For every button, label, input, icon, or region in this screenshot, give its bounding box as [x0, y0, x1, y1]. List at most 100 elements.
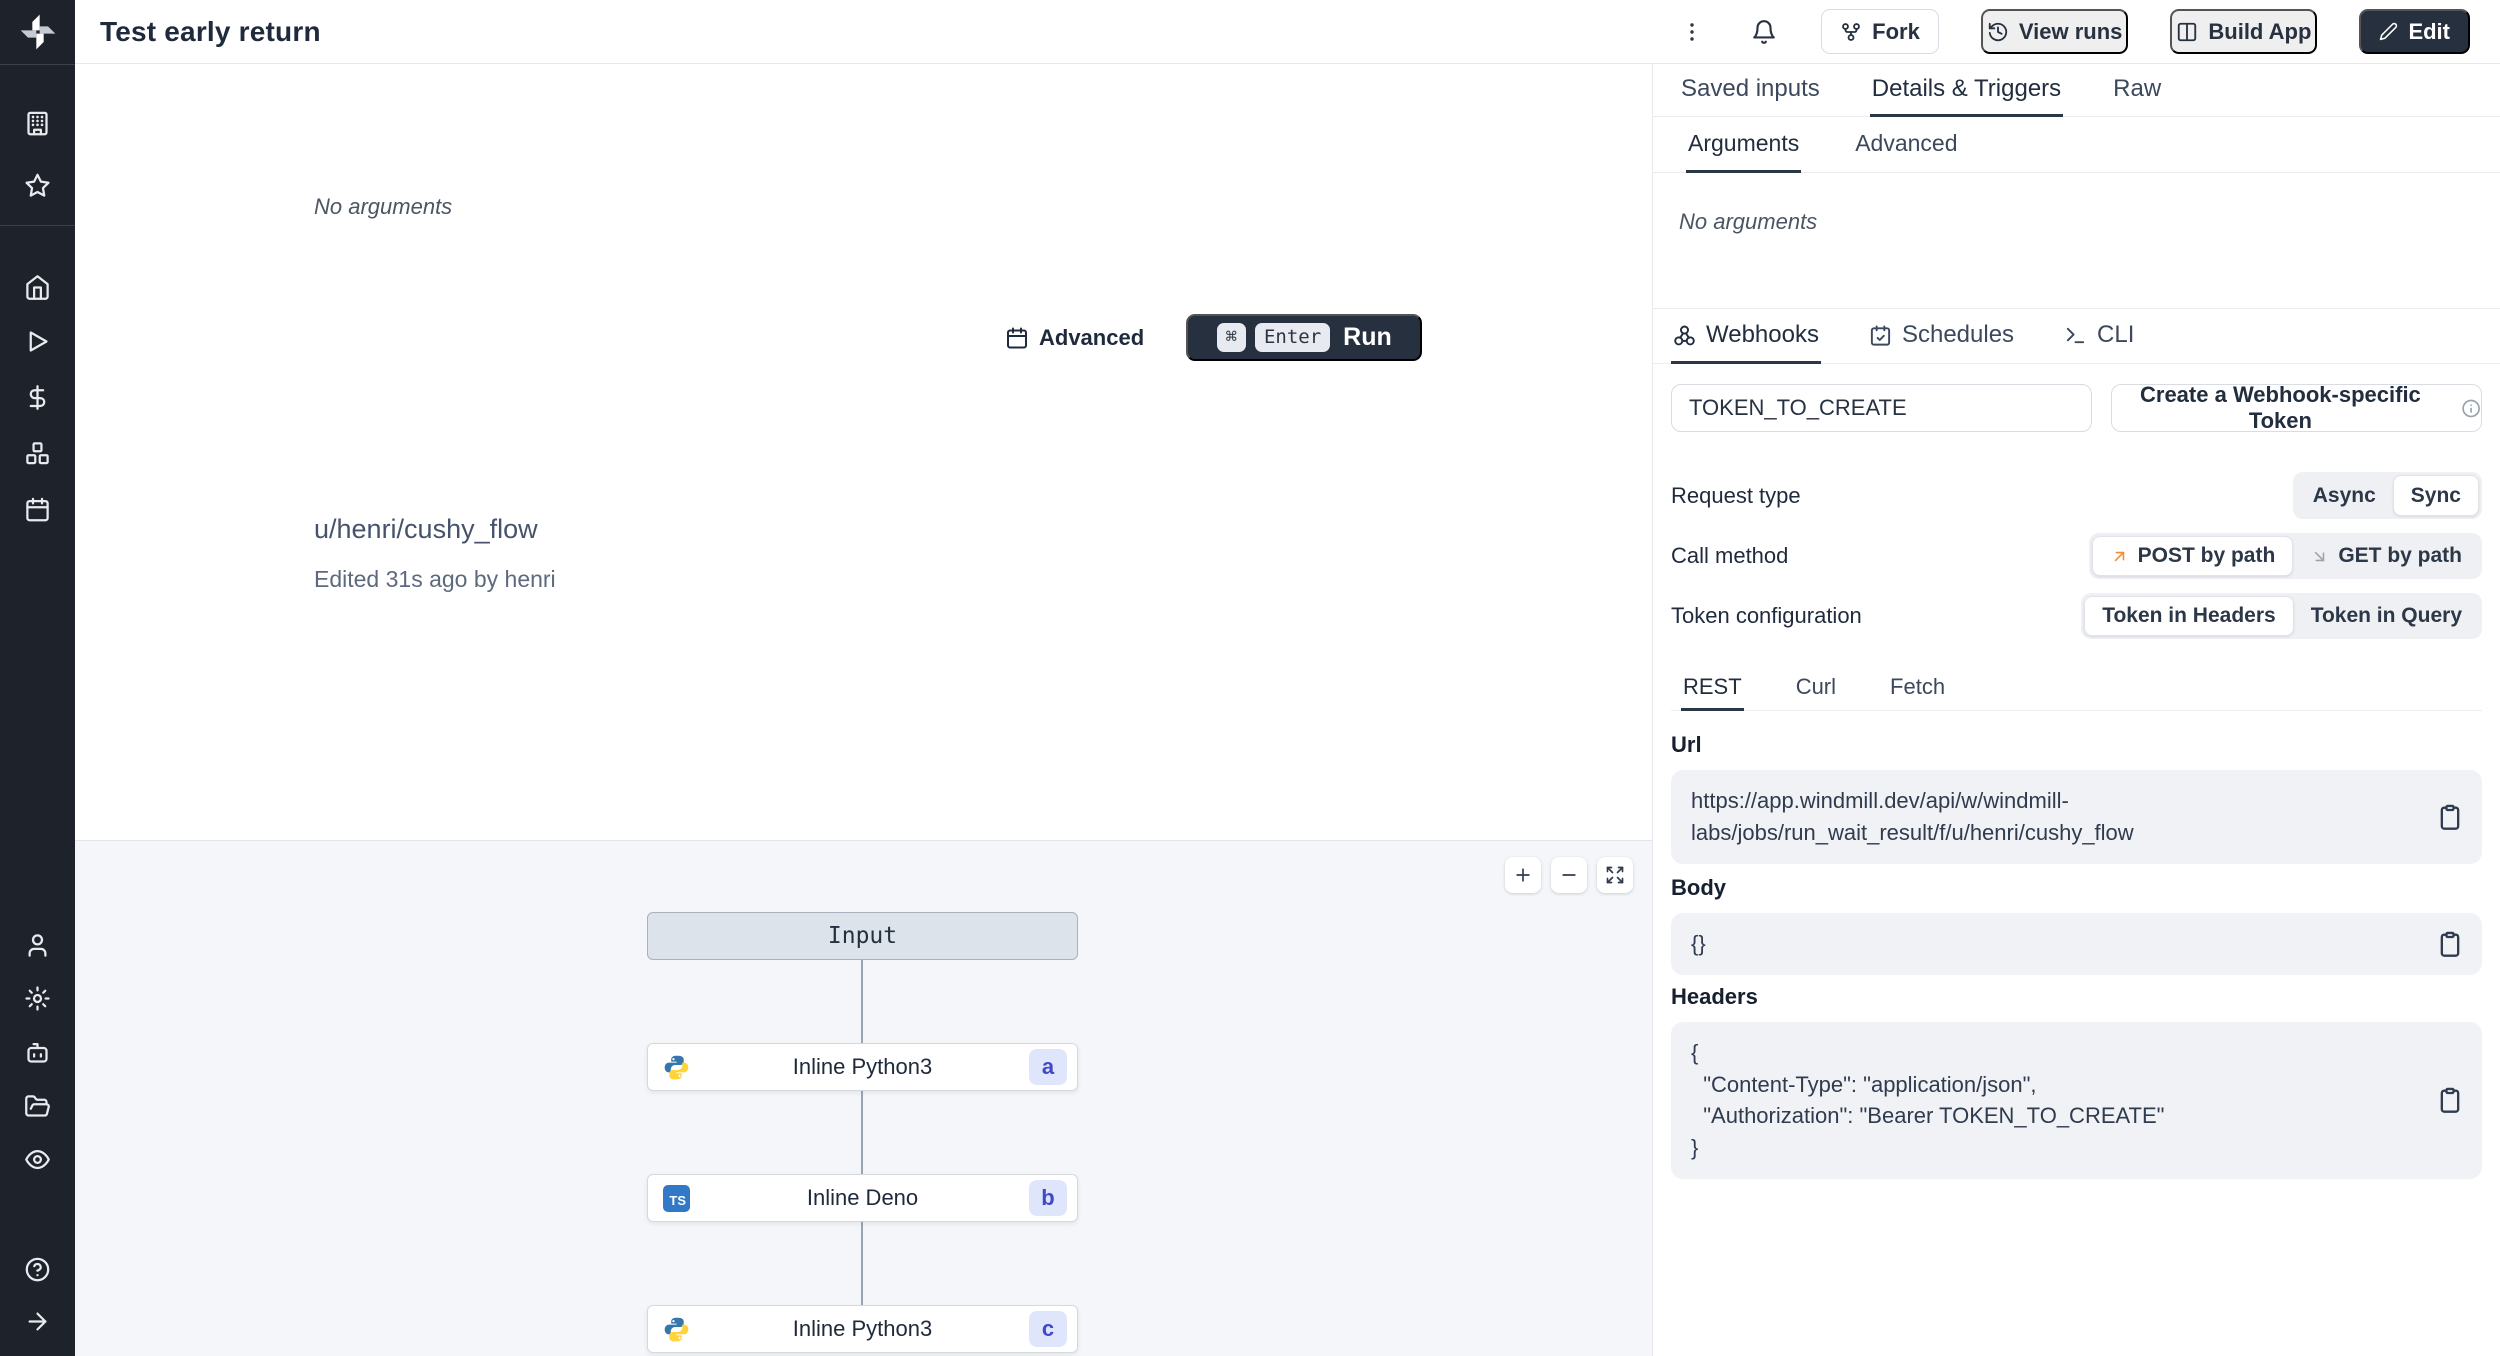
- typescript-icon: TS: [663, 1184, 690, 1212]
- runs-play-icon[interactable]: [24, 328, 51, 355]
- tab-arguments[interactable]: Arguments: [1686, 117, 1802, 173]
- token-row: Create a Webhook-specific Token: [1671, 382, 2482, 433]
- advanced-button[interactable]: Advanced: [1005, 325, 1144, 351]
- call-method-row: Call method POST by path GET by path: [1671, 533, 2482, 579]
- token-in-query-option[interactable]: Token in Query: [2294, 596, 2479, 636]
- arguments-tab-bar: Arguments Advanced: [1653, 117, 2500, 173]
- input-node-label: Input: [827, 923, 898, 949]
- body-label: Body: [1671, 874, 1726, 900]
- create-webhook-token-button[interactable]: Create a Webhook-specific Token: [2111, 382, 2482, 433]
- tab-raw[interactable]: Raw: [2111, 64, 2163, 117]
- node-id-badge: b: [1029, 1180, 1067, 1216]
- url-value: https://app.windmill.dev/api/w/windmill-…: [1691, 788, 2134, 845]
- cli-label: CLI: [2097, 321, 2135, 348]
- windmill-app: Test early return Fork View runs Build A…: [0, 0, 2500, 1356]
- eye-icon[interactable]: [24, 1146, 51, 1173]
- webhooks-content: Create a Webhook-specific Token Request …: [1653, 382, 2500, 1180]
- tab-curl[interactable]: Curl: [1794, 665, 1838, 711]
- node-label: Inline Deno: [806, 1185, 919, 1210]
- node-label: Inline Python3: [792, 1054, 933, 1079]
- flow-node-a[interactable]: Inline Python3 a: [647, 1043, 1078, 1091]
- panel-no-arguments-text: No arguments: [1679, 209, 1818, 234]
- create-token-label: Create a Webhook-specific Token: [2140, 382, 2421, 433]
- token-input[interactable]: [1671, 384, 2092, 432]
- edited-info: Edited 31s ago by henri: [314, 566, 556, 592]
- get-by-path-option[interactable]: GET by path: [2293, 536, 2479, 576]
- fit-view-button[interactable]: [1597, 857, 1633, 893]
- user-icon[interactable]: [24, 932, 51, 959]
- tab-saved-inputs[interactable]: Saved inputs: [1679, 64, 1822, 117]
- token-configuration-toggle: Token in Headers Token in Query: [2081, 593, 2482, 639]
- sidebar-divider: [0, 64, 75, 65]
- help-icon[interactable]: [24, 1256, 51, 1283]
- request-type-row: Request type Async Sync: [1671, 472, 2482, 519]
- run-button[interactable]: ⌘ Enter Run: [1186, 314, 1423, 361]
- ai-bot-icon[interactable]: [24, 1039, 51, 1066]
- zoom-in-button[interactable]: [1505, 857, 1541, 893]
- details-tab-bar: Saved inputs Details & Triggers Raw: [1653, 64, 2500, 117]
- build-app-button[interactable]: Build App: [2170, 9, 2318, 54]
- run-label: Run: [1343, 323, 1392, 351]
- copy-url-icon[interactable]: [2436, 803, 2464, 831]
- variables-dollar-icon[interactable]: [24, 384, 51, 411]
- edit-button[interactable]: Edit: [2359, 9, 2470, 54]
- view-runs-button[interactable]: View runs: [1980, 9, 2129, 54]
- history-icon: [1988, 22, 2007, 41]
- view-runs-label: View runs: [2018, 18, 2123, 44]
- sync-option[interactable]: Sync: [2392, 475, 2479, 516]
- more-menu-button[interactable]: [1677, 17, 1707, 47]
- topbar: Test early return Fork View runs Build A…: [75, 0, 2500, 64]
- tab-advanced[interactable]: Advanced: [1853, 117, 1959, 173]
- cmd-keycap: ⌘: [1216, 323, 1246, 352]
- pencil-icon: [2380, 22, 2398, 41]
- sidebar: [0, 0, 75, 1356]
- python-icon: [663, 1316, 690, 1343]
- zoom-out-button[interactable]: [1551, 857, 1587, 893]
- home-icon[interactable]: [24, 274, 51, 301]
- kebab-menu-icon: [1690, 22, 1694, 41]
- enter-keycap: Enter: [1254, 323, 1331, 352]
- token-configuration-label: Token configuration: [1671, 603, 1862, 628]
- post-by-path-label: POST by path: [2137, 544, 2276, 567]
- token-in-headers-option[interactable]: Token in Headers: [2084, 596, 2294, 636]
- info-icon: [2462, 399, 2480, 417]
- no-arguments-text: No arguments: [314, 194, 453, 219]
- tab-cli[interactable]: CLI: [2062, 309, 2136, 364]
- windmill-logo-icon[interactable]: [18, 12, 58, 52]
- async-option[interactable]: Async: [2296, 475, 2393, 516]
- flow-node-b[interactable]: TS Inline Deno b: [647, 1174, 1078, 1222]
- tab-details-triggers[interactable]: Details & Triggers: [1869, 64, 2064, 117]
- copy-headers-icon[interactable]: [2436, 1086, 2464, 1114]
- node-id-badge: c: [1029, 1311, 1067, 1347]
- tab-rest[interactable]: REST: [1681, 665, 1744, 711]
- node-id-badge: a: [1029, 1049, 1067, 1085]
- schedules-calendar-icon[interactable]: [24, 496, 51, 523]
- url-label: Url: [1671, 732, 1702, 757]
- settings-gear-icon[interactable]: [24, 985, 51, 1012]
- tab-fetch[interactable]: Fetch: [1888, 665, 1947, 711]
- folder-open-icon[interactable]: [24, 1093, 51, 1120]
- request-type-toggle: Async Sync: [2292, 472, 2482, 519]
- post-by-path-option[interactable]: POST by path: [2091, 536, 2294, 576]
- calendar-icon: [1007, 327, 1027, 348]
- favorites-star-icon[interactable]: [24, 172, 51, 199]
- python-icon: [663, 1054, 690, 1081]
- fork-button[interactable]: Fork: [1821, 9, 1939, 54]
- tab-schedules[interactable]: Schedules: [1867, 309, 2016, 364]
- canvas-zoom-controls: [1505, 857, 1633, 893]
- details-panel: Saved inputs Details & Triggers Raw Argu…: [1652, 64, 2500, 1356]
- arrow-down-right-icon: [2315, 551, 2325, 561]
- topbar-actions: Fork View runs Build App Edit: [1677, 9, 2500, 54]
- copy-body-icon[interactable]: [2436, 930, 2464, 958]
- flow-node-input[interactable]: Input: [647, 912, 1078, 960]
- expand-sidebar-arrow-icon[interactable]: [24, 1308, 51, 1335]
- plus-icon: [1516, 868, 1530, 882]
- tab-webhooks[interactable]: Webhooks: [1671, 309, 1821, 364]
- run-preview-section: No arguments Advanced ⌘ Enter Run u/henr…: [75, 64, 1652, 840]
- resources-cubes-icon[interactable]: [24, 440, 51, 467]
- build-app-label: Build App: [2208, 18, 2312, 44]
- edit-label: Edit: [2408, 18, 2450, 44]
- workspace-building-icon[interactable]: [24, 110, 51, 137]
- notifications-button[interactable]: [1749, 17, 1779, 47]
- flow-node-c[interactable]: Inline Python3 c: [647, 1305, 1078, 1353]
